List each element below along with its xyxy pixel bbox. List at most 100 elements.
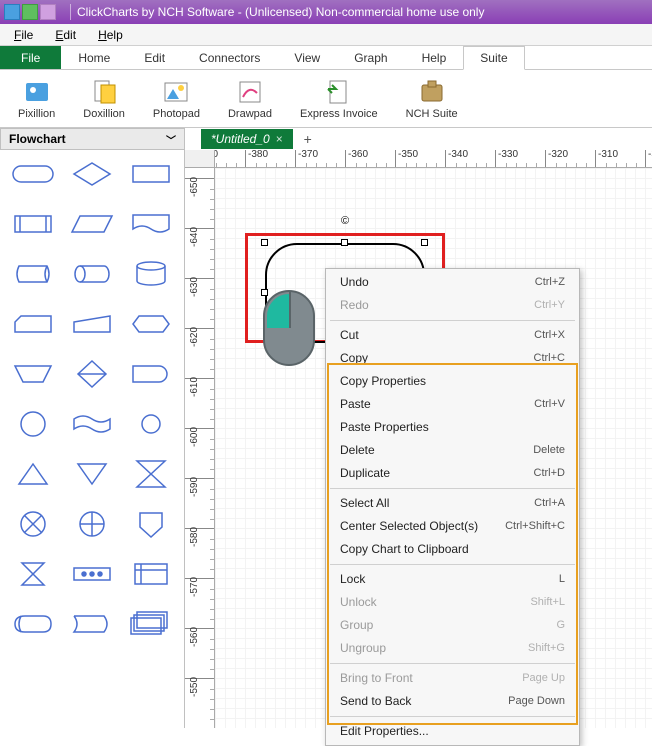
window-title: ClickCharts by NCH Software - (Unlicense… [77,5,484,19]
shape-sum[interactable] [68,506,116,542]
context-menu-label: Copy Properties [340,373,426,390]
quick-access-icons [4,4,56,20]
separator [70,4,71,20]
ribbon-label: Photopad [153,108,200,120]
context-menu-label: Select All [340,495,389,512]
shape-dots[interactable] [68,556,116,592]
context-menu-shortcut: L [559,571,565,588]
shape-extract[interactable] [9,456,57,492]
ribbon-tab-file[interactable]: File [0,46,61,69]
shape-process[interactable] [127,156,175,192]
horizontal-ruler: -390-380-370-360-350-340-330-320-310-300 [215,150,652,168]
qa-icon-2[interactable] [22,4,38,20]
menu-edit[interactable]: Edit [45,26,86,44]
pixillion-icon [23,78,51,106]
express-invoice-icon [325,78,353,106]
ribbon-btn-pixillion[interactable]: Pixillion [8,76,65,122]
shape-database-v[interactable] [127,256,175,292]
ribbon-tab-help[interactable]: Help [405,46,464,69]
resize-handle-n[interactable] [341,239,348,246]
qa-icon-1[interactable] [4,4,20,20]
context-menu-item-cut[interactable]: CutCtrl+X [326,324,579,347]
ribbon-tab-view[interactable]: View [277,46,337,69]
new-tab-button[interactable]: + [299,130,317,148]
shape-data[interactable] [68,206,116,242]
shape-display[interactable] [9,606,57,642]
context-menu-item-lock[interactable]: LockL [326,568,579,591]
shape-collate[interactable] [127,456,175,492]
ribbon-btn-drawpad[interactable]: Drawpad [218,76,282,122]
context-menu-item-delete[interactable]: DeleteDelete [326,439,579,462]
context-menu-separator [330,564,575,565]
shape-merge[interactable] [68,456,116,492]
shape-storage[interactable] [9,256,57,292]
context-menu-item-send-to-back[interactable]: Send to BackPage Down [326,690,579,713]
ribbon-btn-photopad[interactable]: Photopad [143,76,210,122]
ribbon-tab-connectors[interactable]: Connectors [182,46,277,69]
menu-bar: File Edit Help [0,24,652,46]
ribbon-tab-home[interactable]: Home [61,46,127,69]
context-menu-label: Paste [340,396,371,413]
ribbon-btn-express-invoice[interactable]: Express Invoice [290,76,388,122]
shape-document[interactable] [127,206,175,242]
shape-trapezoid[interactable] [9,356,57,392]
vruler-tick: -550 [185,678,215,728]
shape-or[interactable] [9,506,57,542]
shape-sort[interactable] [68,356,116,392]
resize-handle-ne[interactable] [421,239,428,246]
ribbon-tab-graph[interactable]: Graph [337,46,404,69]
shape-internal-storage[interactable] [127,556,175,592]
context-menu-shortcut: Ctrl+X [534,327,565,344]
shape-loop[interactable] [127,306,175,342]
document-tab-active[interactable]: *Untitled_0 × [201,129,293,149]
context-menu-item-select-all[interactable]: Select AllCtrl+A [326,492,579,515]
document-tabs: *Untitled_0 × + [201,128,317,150]
ribbon-btn-nch-suite[interactable]: NCH Suite [396,76,468,122]
context-menu-label: Paste Properties [340,419,429,436]
shape-palette [0,150,185,728]
shape-decision[interactable] [68,156,116,192]
hruler-tick: -310 [595,150,645,168]
shape-database-h[interactable] [68,256,116,292]
shape-terminator[interactable] [9,156,57,192]
copyright-handle-icon[interactable]: © [341,215,349,227]
shape-card[interactable] [9,306,57,342]
context-menu-item-undo[interactable]: UndoCtrl+Z [326,271,579,294]
shape-tape[interactable] [68,406,116,442]
close-tab-icon[interactable]: × [276,132,283,146]
ribbon-btn-doxillion[interactable]: Doxillion [73,76,135,122]
context-menu-item-duplicate[interactable]: DuplicateCtrl+D [326,462,579,485]
context-menu-separator [330,320,575,321]
context-menu-label: Send to Back [340,693,411,710]
title-bar: ClickCharts by NCH Software - (Unlicense… [0,0,652,24]
context-menu-item-copy-properties[interactable]: Copy Properties [326,370,579,393]
menu-help[interactable]: Help [88,26,133,44]
qa-icon-3[interactable] [40,4,56,20]
palette-header[interactable]: Flowchart ﹀ [0,128,185,150]
shape-multi-doc[interactable] [127,606,175,642]
context-menu-item-copy-chart-to-clipboard[interactable]: Copy Chart to Clipboard [326,538,579,561]
context-menu-item-paste[interactable]: Paste Ctrl+V [326,393,579,416]
shape-manual-input[interactable] [68,306,116,342]
ribbon-tab-edit[interactable]: Edit [127,46,182,69]
shape-offpage[interactable] [127,506,175,542]
context-menu-label: Group [340,617,373,634]
ribbon-label: Drawpad [228,108,272,120]
context-menu-shortcut: Delete [533,442,565,459]
hruler-tick: -370 [295,150,345,168]
context-menu-shortcut: Ctrl+V [534,396,565,413]
shape-predefined[interactable] [9,206,57,242]
context-menu-item-center-selected-object-s[interactable]: Center Selected Object(s)Ctrl+Shift+C [326,515,579,538]
menu-file[interactable]: File [4,26,43,44]
shape-connector[interactable] [9,406,57,442]
shape-hourglass[interactable] [9,556,57,592]
context-menu-item-copy[interactable]: CopyCtrl+C [326,347,579,370]
shape-stored[interactable] [68,606,116,642]
context-menu-shortcut: Ctrl+Shift+C [505,518,565,535]
shape-delay[interactable] [127,356,175,392]
resize-handle-nw[interactable] [261,239,268,246]
context-menu-item-edit-properties[interactable]: Edit Properties... [326,720,579,743]
context-menu-item-paste-properties[interactable]: Paste Properties [326,416,579,439]
ribbon-tab-suite[interactable]: Suite [463,46,524,70]
shape-circle-small[interactable] [127,406,175,442]
